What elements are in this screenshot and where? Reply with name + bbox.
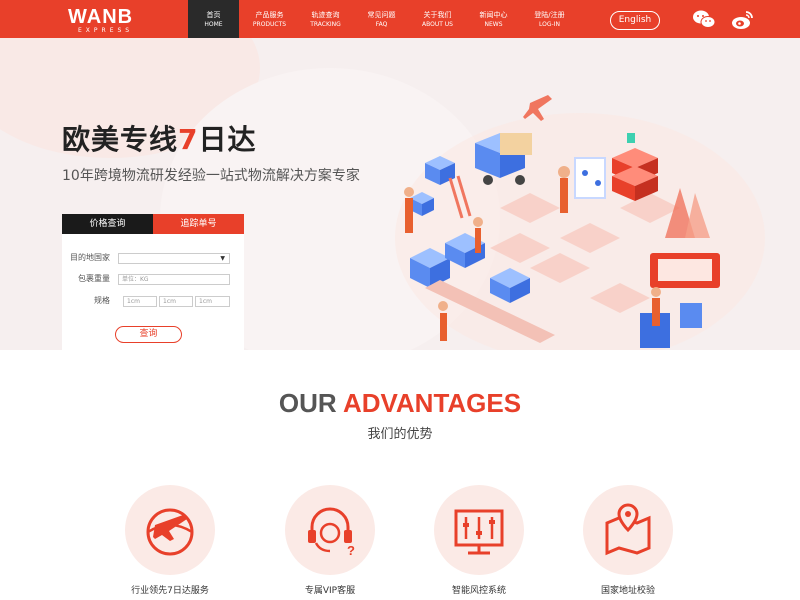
nav-faq-en: FAQ [375,21,388,28]
weibo-icon[interactable] [731,9,755,31]
size-label: 规格 [94,296,110,305]
height-input[interactable]: 1cm [195,296,230,307]
nav-tracking[interactable]: 轨迹查询 TRACKING [300,0,351,38]
width-input[interactable]: 1cm [159,296,193,307]
advantage-icon-circle: ? [285,485,375,575]
nav-home[interactable]: 首页 HOME [188,0,239,38]
advantage-icon-circle [434,485,524,575]
logo-sub: EXPRESS [78,27,134,34]
hero-title-part1: 欧美专线 [62,123,179,156]
nav-faq-zh: 常见问题 [367,11,396,19]
nav-about-zh: 关于我们 [423,11,452,19]
nav-login-zh: 登陆/注册 [534,11,565,19]
top-navbar: WANB EXPRESS 首页 HOME 产品服务 PRODUCTS 轨迹查询 … [0,0,800,38]
country-select[interactable]: ▼ [118,253,230,264]
nav-login[interactable]: 登陆/注册 LOG-IN [524,0,575,38]
nav-news-en: NEWS [484,21,503,28]
nav-products-zh: 产品服务 [255,11,284,19]
advantage-label: 国家地址校验 [600,586,655,596]
wechat-icon[interactable] [692,9,716,31]
advantage-label: 专属VIP客服 [304,586,356,596]
advantages-title-part1: OUR [278,388,337,418]
advantage-item[interactable]: 智能风控系统 [424,485,534,596]
nav-news-zh: 新闻中心 [479,11,508,19]
hero-title-accent: 7 [178,123,199,156]
nav-about[interactable]: 关于我们 ABOUT US [412,0,463,38]
nav-products[interactable]: 产品服务 PRODUCTS [244,0,295,38]
chevron-down-icon: ▼ [220,255,225,262]
advantage-icon-circle [125,485,215,575]
main-nav: 首页 HOME 产品服务 PRODUCTS 轨迹查询 TRACKING 常见问题… [188,0,580,38]
advantage-item[interactable]: ? 专属VIP客服 [275,485,385,596]
language-button[interactable]: English [610,11,660,30]
advantages-title: OUR ADVANTAGES [0,388,800,419]
weight-input[interactable]: 单位：KG [118,274,230,285]
logo-main: WANB [68,6,134,28]
logistics-illustration [395,95,765,350]
tab-track-number[interactable]: 追踪单号 [153,214,244,234]
tab-price-query[interactable]: 价格查询 [62,214,153,234]
query-button[interactable]: 查询 [115,326,182,343]
nav-about-en: ABOUT US [421,21,453,28]
weight-label: 包裹重量 [78,274,110,283]
nav-home-en: HOME [204,21,223,28]
plane-globe-icon [146,508,194,556]
advantages-title-part2: ADVANTAGES [342,388,522,418]
advantage-label: 智能风控系统 [451,586,506,596]
map-pin-icon [605,503,651,556]
nav-login-en: LOG-IN [539,21,560,28]
advantage-label: 行业领先7日达服务 [131,586,209,596]
svg-text:?: ? [347,543,355,558]
nav-home-zh: 首页 [206,11,221,19]
control-panel-icon [454,509,504,555]
headset-icon: ? [308,507,355,558]
nav-news[interactable]: 新闻中心 NEWS [468,0,519,38]
nav-faq[interactable]: 常见问题 FAQ [356,0,407,38]
hero-title-part2: 日达 [198,123,257,156]
hero-subtitle: 10年跨境物流研发经验一站式物流解决方案专家 [62,168,360,184]
country-label: 目的地国家 [70,253,110,262]
logo[interactable]: WANB EXPRESS [68,7,133,34]
nav-tracking-zh: 轨迹查询 [311,11,340,19]
hero-title: 欧美专线7日达 [62,118,257,158]
advantages-subtitle: 我们的优势 [367,427,433,442]
advantage-item[interactable]: 行业领先7日达服务 [115,485,225,596]
nav-tracking-en: TRACKING [310,21,341,28]
nav-products-en: PRODUCTS [252,21,287,28]
quote-panel: 价格查询 追踪单号 目的地国家 ▼ 包裹重量 单位：KG 规格 1cm 1cm … [62,214,244,350]
advantage-item[interactable]: 国家地址校验 [573,485,683,596]
quote-tabs: 价格查询 追踪单号 [62,214,244,234]
advantage-icon-circle [583,485,673,575]
hero-banner: 欧美专线7日达 10年跨境物流研发经验一站式物流解决方案专家 价格查询 追踪单号… [0,38,800,350]
length-input[interactable]: 1cm [123,296,157,307]
